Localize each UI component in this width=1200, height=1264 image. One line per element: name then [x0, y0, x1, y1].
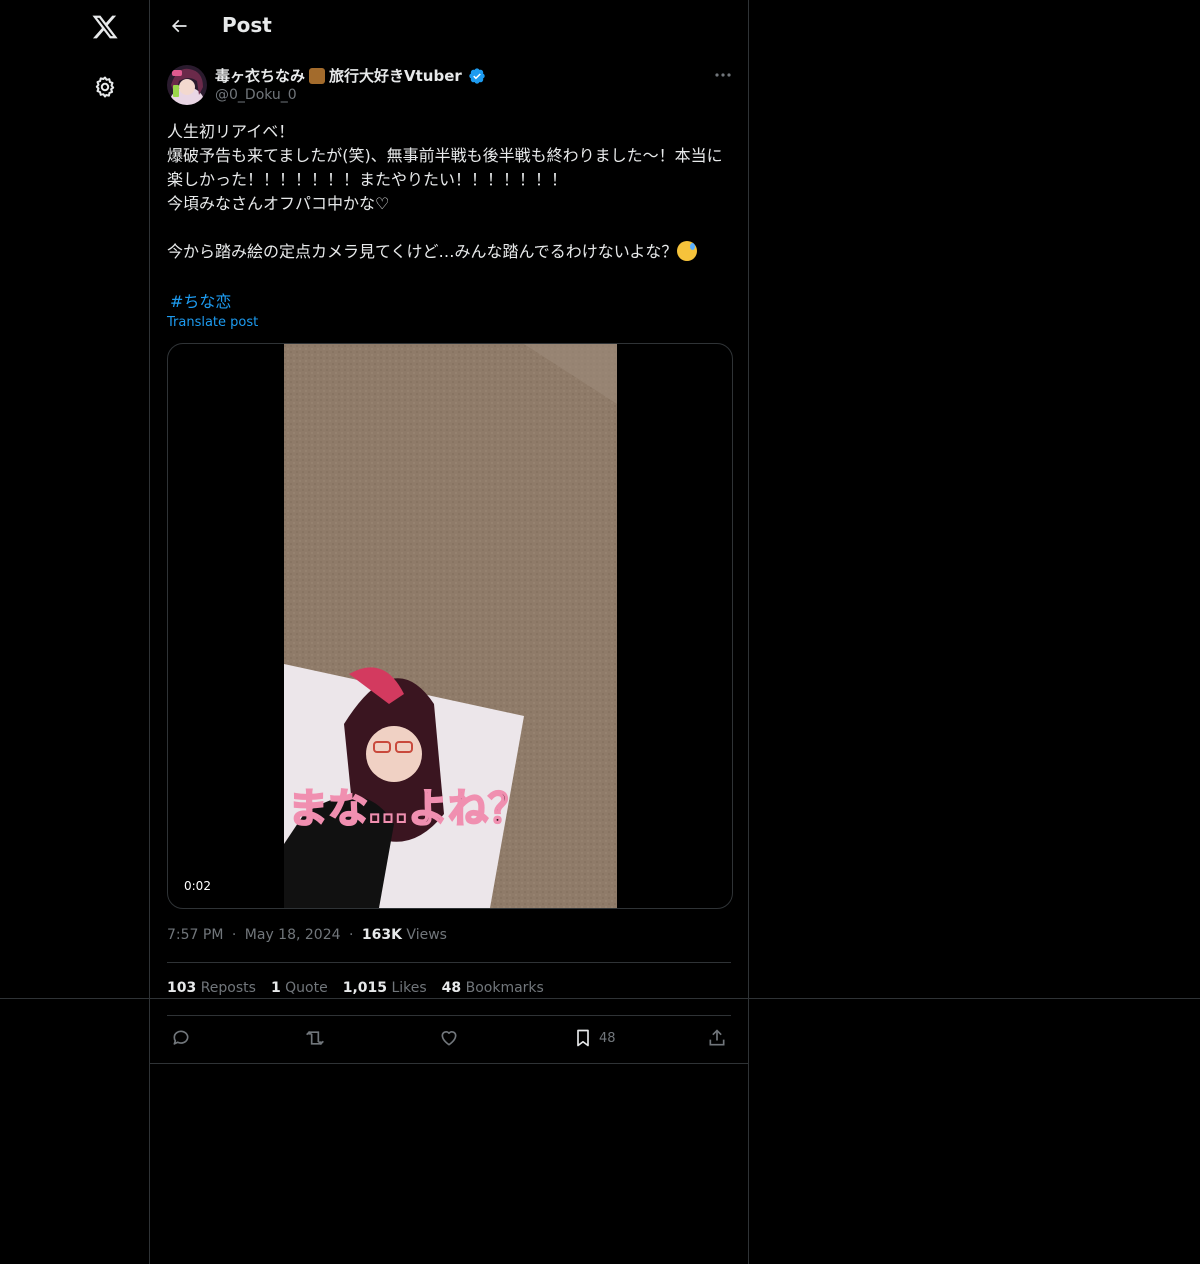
post-date[interactable]: May 18, 2024	[245, 927, 341, 943]
likes-count: 1,015	[342, 980, 387, 996]
left-sidebar	[0, 0, 149, 1264]
repost-icon	[306, 1030, 324, 1046]
divider	[167, 962, 731, 963]
post-metadata: 7:57 PM · May 18, 2024 · 163K Views	[167, 927, 447, 943]
video-caption: まな…よね？	[288, 786, 528, 832]
page-title: Post	[222, 13, 272, 37]
bookmark-button[interactable]: 48	[573, 1028, 616, 1048]
bookmarks-count: 48	[441, 980, 462, 996]
share-icon	[709, 1029, 725, 1046]
separator: ·	[348, 927, 354, 943]
video-player[interactable]: まな…よね？ 0:02	[167, 343, 733, 909]
action-bar: 48	[167, 1024, 731, 1056]
post-body: 人生初リアイベ！ 爆破予告も来てましたが(笑)、無事前半戦も後半戦も終わりました…	[167, 122, 723, 261]
post-time[interactable]: 7:57 PM	[167, 927, 223, 943]
likes-stat[interactable]: 1,015 Likes	[343, 980, 427, 996]
like-button[interactable]	[439, 1028, 459, 1048]
ellipsis-icon	[715, 73, 731, 77]
verified-badge-icon	[468, 67, 486, 85]
emoji-icon	[309, 67, 326, 84]
divider	[167, 1015, 731, 1016]
author-name-suffix: 旅行大好きVtuber	[329, 67, 462, 85]
views-label: Views	[406, 927, 447, 943]
arrow-left-icon	[171, 19, 187, 33]
quotes-count: 1	[270, 980, 281, 996]
avatar[interactable]	[167, 65, 207, 105]
likes-label: Likes	[391, 980, 427, 996]
heart-icon	[441, 1031, 457, 1046]
author-name-text: 毒ヶ衣ちなみ	[215, 67, 306, 85]
bookmarks-stat[interactable]: 48 Bookmarks	[442, 980, 544, 996]
video-frame: まな…よね？	[284, 344, 617, 908]
sweat-smile-emoji-icon	[677, 241, 698, 261]
post-column: Post 毒ヶ衣ちなみ 旅行大好きVtuber @0_Doku_0 人生初リアイ…	[149, 0, 749, 1264]
hashtag-link[interactable]: #ちな恋	[170, 288, 231, 312]
reply-icon	[173, 1030, 189, 1045]
post-text: 人生初リアイベ！ 爆破予告も来てましたが(笑)、無事前半戦も後半戦も終わりました…	[167, 120, 737, 264]
more-options-button[interactable]	[710, 65, 736, 85]
reposts-stat[interactable]: 103 Reposts	[167, 980, 256, 996]
top-bar: Post	[150, 0, 748, 54]
quotes-stat[interactable]: 1 Quote	[271, 980, 328, 996]
author-handle[interactable]: @0_Doku_0	[215, 87, 297, 103]
engagement-stats: 103 Reposts 1 Quote 1,015 Likes 48 Bookm…	[167, 980, 544, 996]
bookmarks-label: Bookmarks	[465, 980, 544, 996]
repost-button[interactable]	[304, 1028, 326, 1048]
reposts-label: Reposts	[200, 980, 256, 996]
bookmark-count: 48	[599, 1030, 616, 1046]
back-button[interactable]	[162, 9, 196, 43]
x-logo-icon[interactable]	[87, 9, 123, 45]
reposts-count: 103	[167, 980, 197, 996]
separator: ·	[231, 927, 237, 943]
views-count: 163K	[361, 927, 402, 943]
video-timestamp: 0:02	[178, 877, 217, 895]
translate-post-link[interactable]: Translate post	[167, 315, 258, 330]
gear-icon[interactable]	[87, 69, 123, 105]
author-name[interactable]: 毒ヶ衣ちなみ 旅行大好きVtuber	[215, 65, 486, 86]
divider	[150, 1063, 748, 1064]
bookmark-icon	[577, 1029, 589, 1047]
quotes-label: Quote	[285, 980, 328, 996]
reply-button[interactable]	[171, 1028, 191, 1048]
share-button[interactable]	[707, 1028, 727, 1048]
